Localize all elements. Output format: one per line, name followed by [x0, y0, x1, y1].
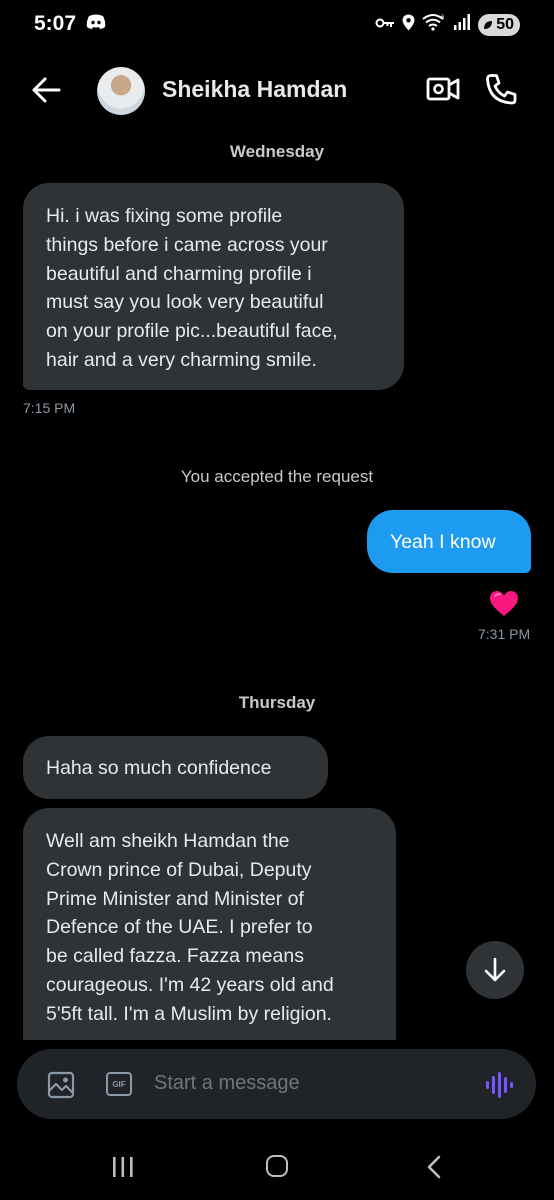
battery-saver-icon [484, 20, 493, 29]
signal-icon [453, 14, 471, 35]
avatar[interactable] [97, 67, 145, 115]
message-line: be called fazza. Fazza means [46, 945, 304, 968]
recent-apps-icon[interactable] [111, 1156, 135, 1183]
day-separator: Thursday [238, 693, 316, 712]
message-line: must say you look very beautiful [46, 291, 324, 314]
message-composer: GIF Start a message [17, 1049, 536, 1119]
video-call-icon[interactable] [426, 74, 460, 109]
message-line: Crown prince of Dubai, Deputy [46, 858, 312, 881]
key-icon [375, 16, 395, 34]
message-timestamp: 7:31 PM [478, 626, 531, 642]
system-nav-bar [0, 1142, 554, 1192]
outgoing-message[interactable]: Yeah I know [367, 510, 531, 573]
nav-back-icon[interactable] [425, 1155, 443, 1184]
message-line: courageous. I'm 42 years old and [46, 973, 334, 996]
battery-indicator: 50 [478, 13, 520, 36]
svg-text:6: 6 [441, 15, 445, 21]
conversation-header: Sheikha Hamdan [0, 60, 554, 120]
status-bar: 5:07 6 50 [0, 0, 554, 52]
message-line: beautiful and charming profile i [46, 262, 312, 285]
message-input[interactable]: Start a message [154, 1072, 300, 1095]
message-timestamp: 7:15 PM [23, 400, 76, 416]
phone-call-icon[interactable] [485, 73, 517, 110]
location-icon [402, 14, 415, 36]
heart-reaction-icon[interactable] [489, 590, 519, 623]
message-line: Defence of the UAE. I prefer to [46, 916, 313, 939]
message-line: things before i came across your [46, 233, 328, 256]
discord-icon [86, 14, 106, 35]
back-arrow-icon[interactable] [30, 75, 62, 110]
arrow-down-icon [484, 957, 506, 982]
request-accepted-notice: You accepted the request [180, 467, 374, 486]
voice-message-icon[interactable] [484, 1071, 514, 1104]
battery-level: 50 [496, 15, 514, 33]
wifi-icon: 6 [422, 13, 446, 36]
image-icon[interactable] [47, 1071, 75, 1104]
message-line: Prime Minister and Minister of [46, 887, 304, 910]
incoming-message[interactable]: Hi. i was fixing some profile things bef… [23, 183, 404, 390]
home-icon[interactable] [266, 1155, 288, 1177]
message-line: Well am sheikh Hamdan the [46, 830, 290, 852]
gif-button[interactable]: GIF [106, 1072, 132, 1096]
incoming-message[interactable]: Haha so much confidence [23, 736, 328, 799]
incoming-message[interactable]: Well am sheikh Hamdan the Crown prince o… [23, 808, 396, 1040]
scroll-to-bottom-button[interactable] [466, 941, 524, 999]
message-line: Hi. i was fixing some profile [46, 205, 283, 227]
status-time: 5:07 [34, 12, 77, 35]
day-separator: Wednesday [229, 142, 325, 161]
contact-name[interactable]: Sheikha Hamdan [162, 76, 347, 103]
message-line: hair and a very charming smile. [46, 348, 317, 371]
message-line: on your profile pic...beautiful face, [46, 320, 338, 343]
status-icons: 6 50 [375, 13, 520, 36]
message-line: 5'5ft tall. I'm a Muslim by religion. [46, 1002, 332, 1025]
